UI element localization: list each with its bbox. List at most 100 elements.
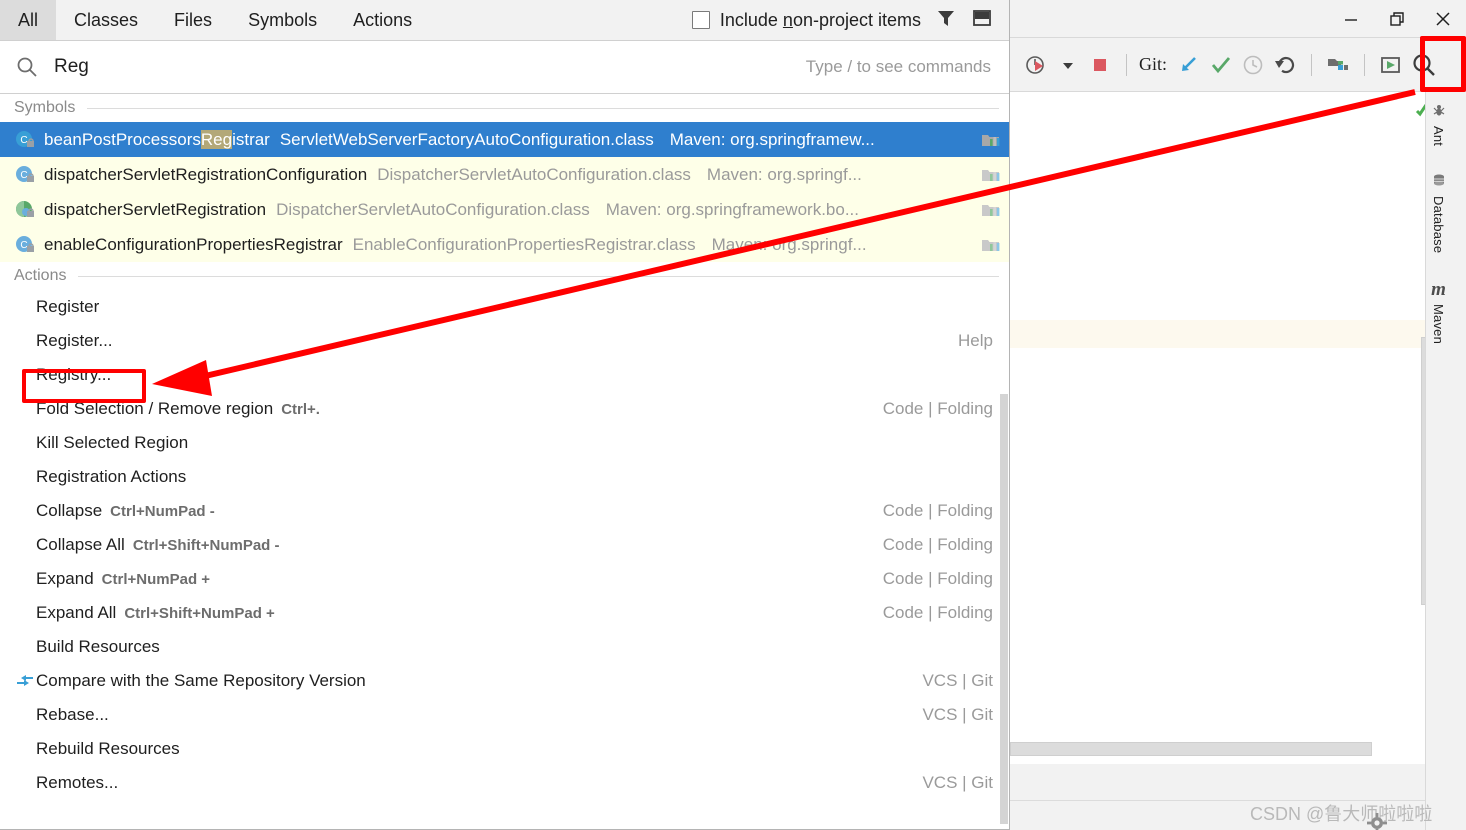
action-label: Register... (36, 331, 113, 350)
symbol-name: beanPostProcessorsRegistrar (44, 129, 270, 149)
include-non-project-items-label: Include non-project items (719, 9, 921, 30)
action-location: VCS | Git (922, 671, 993, 690)
action-result-row[interactable]: Expand All Ctrl+Shift+NumPad + Code | Fo… (0, 596, 1009, 630)
tab-classes-label: Classes (74, 9, 139, 30)
action-result-row-registry[interactable]: Registry... (0, 358, 1009, 392)
action-result-row[interactable]: Register (0, 290, 1009, 324)
watermark-text: CSDN @鲁大师啦啦啦 (1250, 804, 1433, 824)
action-result-row[interactable]: Collapse All Ctrl+Shift+NumPad - Code | … (0, 528, 1009, 562)
run-with-profiler-icon[interactable] (1022, 48, 1050, 82)
action-label: Build Resources (36, 637, 160, 656)
symbol-result-row[interactable]: C enableConfigurationPropertiesRegistrar… (0, 227, 1009, 262)
checkbox-box[interactable] (691, 11, 710, 29)
toolbar-separator (1126, 53, 1127, 76)
action-result-row[interactable]: Fold Selection / Remove region Ctrl+. Co… (0, 392, 1009, 426)
pin-window-icon[interactable] (971, 7, 993, 34)
action-location: Code | Folding (882, 501, 993, 520)
git-update-project-icon[interactable] (1175, 48, 1203, 82)
symbol-name-match: Reg (200, 129, 233, 149)
symbol-file: ServletWebServerFactoryAutoConfiguration… (279, 129, 654, 149)
minimize-button[interactable] (1328, 0, 1374, 38)
tool-window-ant[interactable]: Ant (1431, 102, 1447, 146)
action-label: Collapse (36, 501, 103, 520)
symbol-module: Maven: org.springf... (711, 234, 867, 254)
action-label: Compare with the Same Repository Version (36, 671, 366, 690)
action-label: Expand (36, 569, 94, 588)
tool-window-database-label: Database (1431, 196, 1446, 254)
symbol-result-row[interactable]: C dispatcherServletRegistrationConfigura… (0, 157, 1009, 192)
project-structure-icon[interactable] (1324, 48, 1352, 82)
screen: Git: Ant Database m Maven CSDN @鲁大师啦啦啦 A… (0, 0, 1466, 830)
action-shortcut: Ctrl+NumPad + (101, 570, 211, 588)
editor-area[interactable] (1010, 92, 1450, 764)
restore-button[interactable] (1374, 0, 1420, 38)
search-everywhere-icon[interactable] (1409, 48, 1439, 82)
action-label: Registration Actions (36, 467, 187, 486)
action-result-row[interactable]: Kill Selected Region (0, 426, 1009, 460)
symbol-result-row[interactable]: C beanPostProcessorsRegistrar ServletWeb… (0, 122, 1009, 157)
git-commit-icon[interactable] (1207, 48, 1235, 82)
action-location: Code | Folding (882, 569, 993, 588)
ide-main-toolbar: Git: (1010, 38, 1466, 92)
right-tool-rail-bg (1450, 92, 1466, 830)
search-input[interactable] (54, 56, 806, 78)
actions-result-list: Register Register... Help Registry... Fo… (0, 290, 1009, 800)
filter-icon[interactable] (935, 7, 957, 34)
action-result-row[interactable]: Compare with the Same Repository Version… (0, 664, 1009, 698)
action-label: Rebuild Resources (36, 739, 180, 758)
tab-actions[interactable]: Actions (335, 0, 430, 40)
class-private-icon: C (14, 164, 36, 186)
tab-symbols[interactable]: Symbols (230, 0, 335, 40)
action-shortcut: Ctrl+NumPad - (110, 502, 215, 520)
group-header-actions-label: Actions (14, 267, 67, 284)
dropdown-chevron-icon[interactable] (1054, 48, 1082, 82)
close-button[interactable] (1420, 0, 1466, 38)
action-label: Kill Selected Region (36, 433, 189, 452)
tab-all[interactable]: All (0, 0, 57, 40)
action-label: Fold Selection / Remove region (36, 399, 274, 418)
tab-files-label: Files (174, 9, 213, 30)
action-location: Code | Folding (882, 399, 993, 418)
class-private-icon: C (14, 129, 36, 151)
action-result-row[interactable]: Rebuild Resources (0, 732, 1009, 766)
library-jar-icon (971, 130, 1001, 150)
maven-icon: m (1431, 279, 1446, 301)
editor-caret-line (1010, 320, 1450, 348)
svg-text:C: C (20, 135, 27, 146)
git-rollback-icon[interactable] (1271, 48, 1299, 82)
tool-window-maven[interactable]: m Maven (1431, 279, 1446, 344)
action-label: Register (36, 297, 100, 316)
action-result-row[interactable]: Remotes... VCS | Git (0, 766, 1009, 800)
search-everywhere-tabbar: All Classes Files Symbols Actions Includ… (0, 0, 1009, 41)
editor-horizontal-scrollbar[interactable] (1010, 742, 1372, 756)
search-row: Type / to see commands (0, 41, 1009, 94)
symbol-module: Maven: org.springframework.bo... (605, 199, 859, 219)
stop-icon[interactable] (1086, 48, 1114, 82)
action-location: Code | Folding (882, 603, 993, 622)
action-label: Collapse All (36, 535, 125, 554)
right-tool-window-bar: Ant Database m Maven (1425, 92, 1451, 830)
symbol-result-row[interactable]: dispatcherServletRegistration Dispatcher… (0, 192, 1009, 227)
include-non-project-items-checkbox[interactable]: Include non-project items (691, 9, 921, 31)
action-label: Registry... (36, 365, 112, 384)
symbol-module: Maven: org.springframew... (669, 129, 875, 149)
toolbar-separator-2 (1311, 53, 1313, 76)
tool-window-database[interactable]: Database (1431, 172, 1447, 253)
run-configuration-icon[interactable] (1377, 48, 1405, 82)
action-label: Expand All (36, 603, 117, 622)
group-header-symbols-label: Symbols (14, 99, 76, 116)
action-result-row[interactable]: Expand Ctrl+NumPad + Code | Folding (0, 562, 1009, 596)
action-result-row[interactable]: Register... Help (0, 324, 1009, 358)
action-result-row[interactable]: Rebase... VCS | Git (0, 698, 1009, 732)
git-history-icon[interactable] (1239, 48, 1267, 82)
library-jar-icon (971, 235, 1001, 255)
action-result-row[interactable]: Collapse Ctrl+NumPad - Code | Folding (0, 494, 1009, 528)
action-location: Help (958, 331, 993, 350)
svg-text:C: C (20, 170, 27, 181)
results-vertical-scrollbar[interactable] (1000, 394, 1008, 824)
action-shortcut: Ctrl+Shift+NumPad + (124, 604, 275, 622)
tab-files[interactable]: Files (156, 0, 230, 40)
action-result-row[interactable]: Registration Actions (0, 460, 1009, 494)
action-result-row[interactable]: Build Resources (0, 630, 1009, 664)
tab-classes[interactable]: Classes (56, 0, 156, 40)
